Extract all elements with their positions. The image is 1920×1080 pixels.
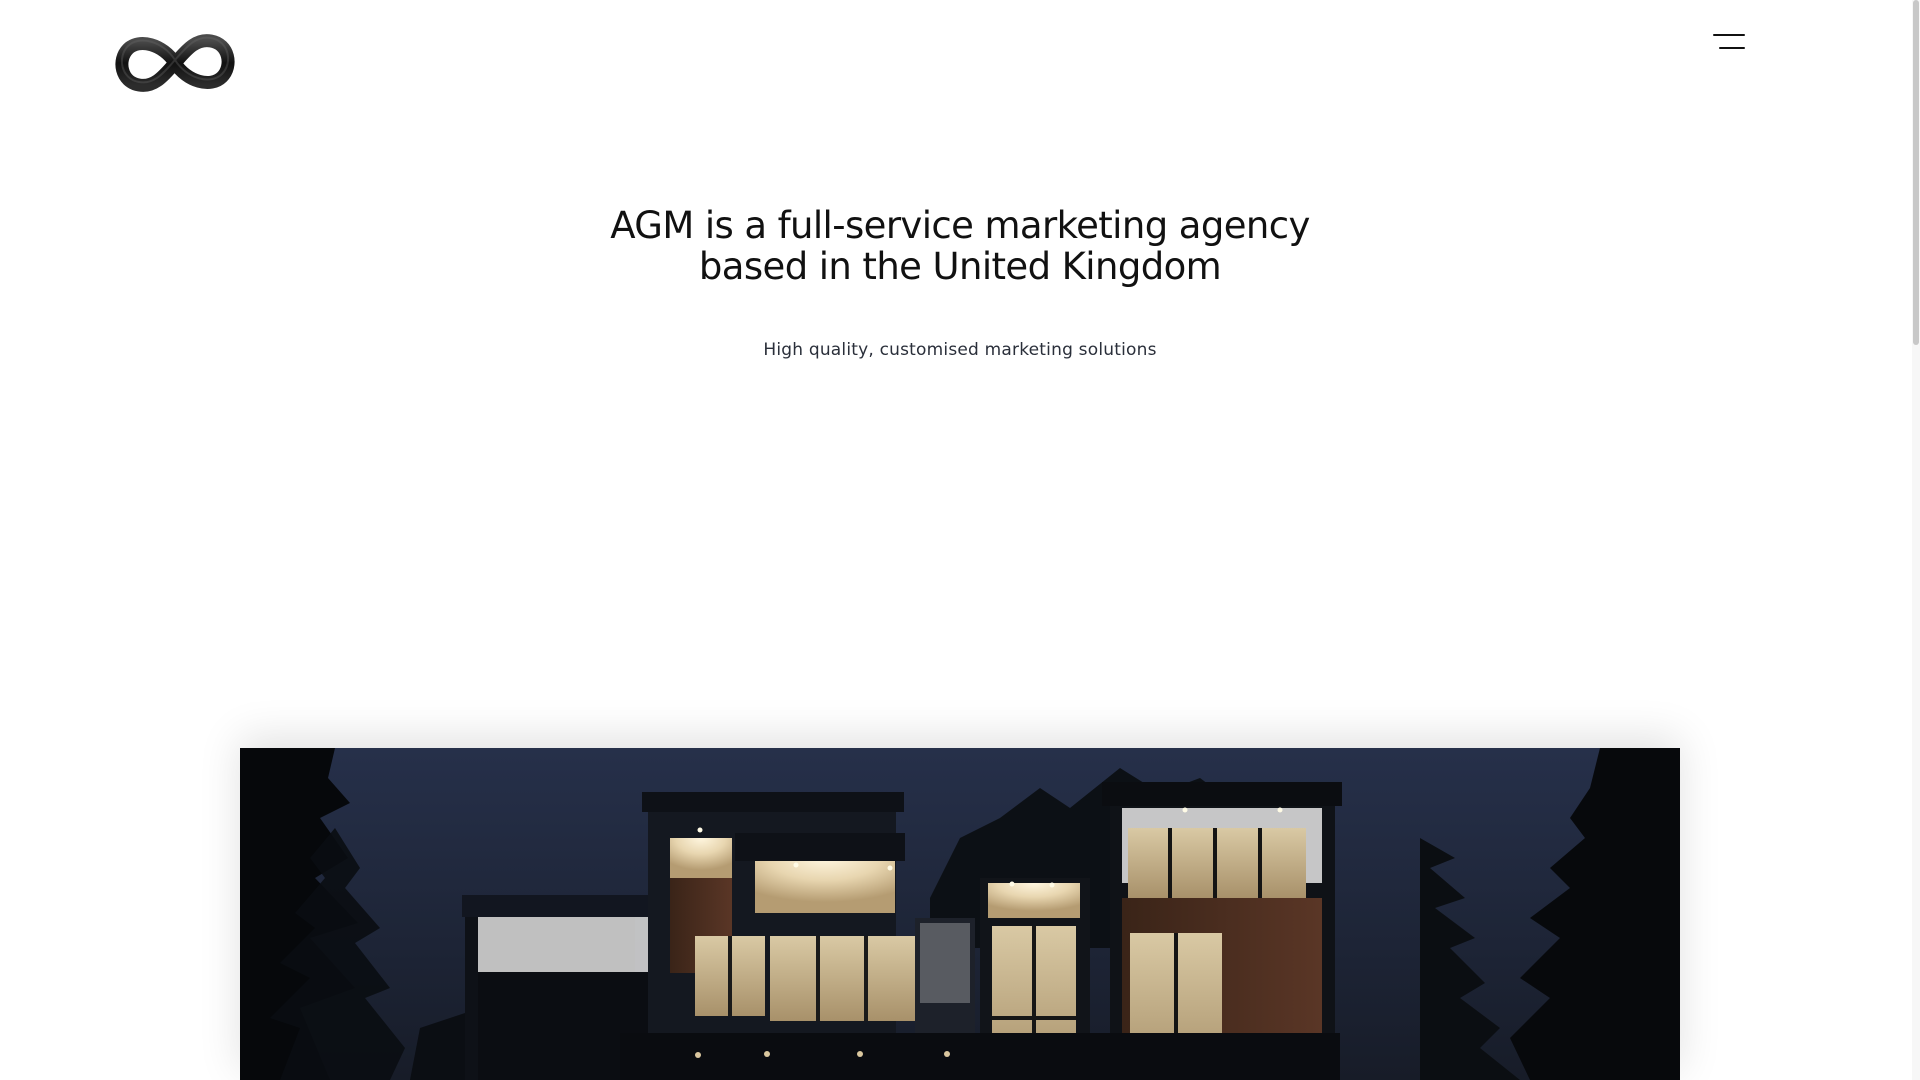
hero-image [240,748,1680,1080]
hero-subtitle: High quality, customised marketing solut… [763,340,1157,360]
hero-section: AGM is a full-service marketing agency b… [0,205,1920,361]
hamburger-menu-icon-line [1719,47,1745,49]
infinity-logo-icon [115,34,235,92]
hamburger-menu-icon [1713,34,1745,36]
modern-house-at-night-image [240,748,1680,1080]
scrollbar-track[interactable] [1912,0,1920,1080]
scrollbar-thumb[interactable] [1913,0,1919,345]
hero-title: AGM is a full-service marketing agency b… [610,204,1310,288]
page: AGM is a full-service marketing agency b… [0,0,1920,1080]
menu-button[interactable] [1705,28,1753,62]
